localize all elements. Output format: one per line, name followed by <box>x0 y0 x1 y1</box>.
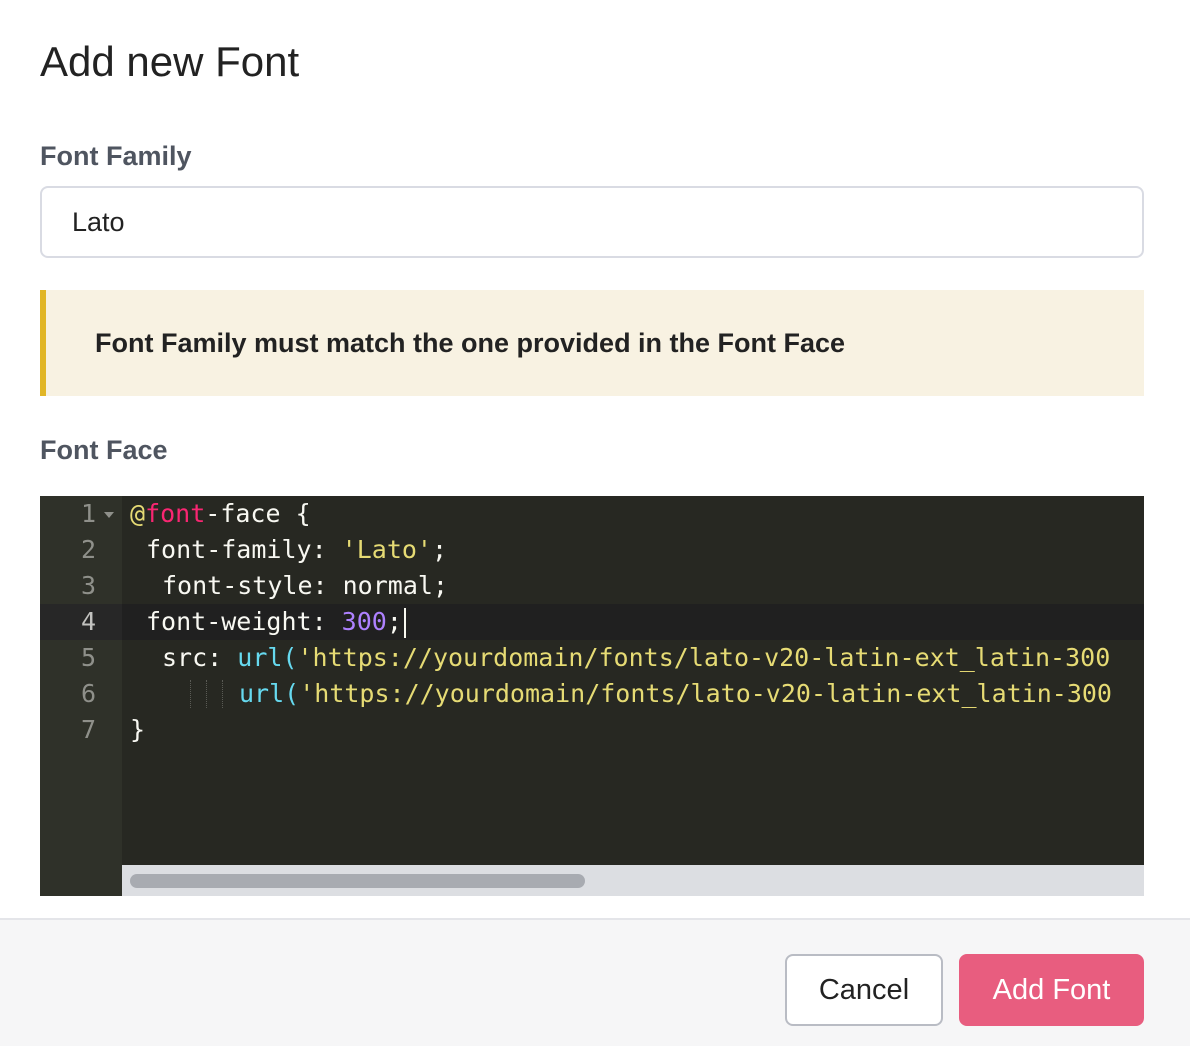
code-line: font-family: 'Lato'; <box>122 532 1144 568</box>
code-token: 'https://yourdomain/fonts/lato-v20-latin… <box>297 643 1111 672</box>
dialog-footer: Cancel Add Font <box>0 918 1190 1046</box>
code-token: url( <box>239 679 300 708</box>
indent-guide <box>222 680 223 708</box>
code-token: -face { <box>205 499 311 528</box>
code-line: } <box>122 712 1144 748</box>
line-number: 7 <box>80 715 96 744</box>
scrollbar-thumb[interactable] <box>130 874 585 888</box>
code-token: 300 <box>341 607 387 636</box>
code-token: @ <box>130 499 146 528</box>
warning-notice-text: Font Family must match the one provided … <box>95 327 846 358</box>
line-number: 2 <box>80 535 96 564</box>
line-number: 1 <box>80 499 96 528</box>
code-line: src: url('https://yourdomain/fonts/lato-… <box>122 640 1144 676</box>
font-family-input[interactable] <box>40 186 1144 258</box>
code-token: } <box>130 715 146 744</box>
line-number: 3 <box>80 571 96 600</box>
code-token: 'https://yourdomain/fonts/lato-v20-latin… <box>299 679 1112 708</box>
code-token: 'Lato' <box>341 535 432 564</box>
line-number: 5 <box>80 643 96 672</box>
code-token: font-family: <box>146 535 342 564</box>
code-token: src: <box>162 643 238 672</box>
code-token: ; <box>431 535 448 564</box>
code-token: ; <box>386 607 402 636</box>
font-face-label: Font Face <box>40 435 168 465</box>
line-number-gutter: 1 2 3 4 5 6 7 <box>40 496 122 896</box>
dialog-title: Add new Font <box>40 38 300 85</box>
fold-arrow-icon[interactable] <box>104 512 114 518</box>
font-face-code-editor[interactable]: 1 2 3 4 5 6 7 @font-face { font-family: … <box>40 496 1144 896</box>
indent-guide <box>190 680 191 708</box>
add-font-button[interactable]: Add Font <box>959 954 1144 1026</box>
warning-notice: Font Family must match the one provided … <box>40 290 1144 396</box>
code-token: url( <box>237 643 298 672</box>
line-number-active: 4 <box>40 604 122 640</box>
font-family-label: Font Family <box>40 141 192 171</box>
add-font-dialog: Add new Font Font Family Font Family mus… <box>0 0 1190 1046</box>
code-token: font-style: normal; <box>162 571 448 600</box>
code-line: url('https://yourdomain/fonts/lato-v20-l… <box>122 676 1144 712</box>
indent-guide <box>206 680 207 708</box>
code-token: font-weight: <box>146 607 342 636</box>
code-token: font <box>145 499 206 528</box>
code-line: @font-face { <box>122 496 1144 532</box>
code-line-active: font-weight: 300; <box>122 604 1144 640</box>
code-area[interactable]: @font-face { font-family: 'Lato'; font-s… <box>122 496 1144 865</box>
text-cursor <box>403 608 406 638</box>
cancel-button[interactable]: Cancel <box>785 954 943 1026</box>
code-line: font-style: normal; <box>122 568 1144 604</box>
line-number: 6 <box>80 679 96 708</box>
